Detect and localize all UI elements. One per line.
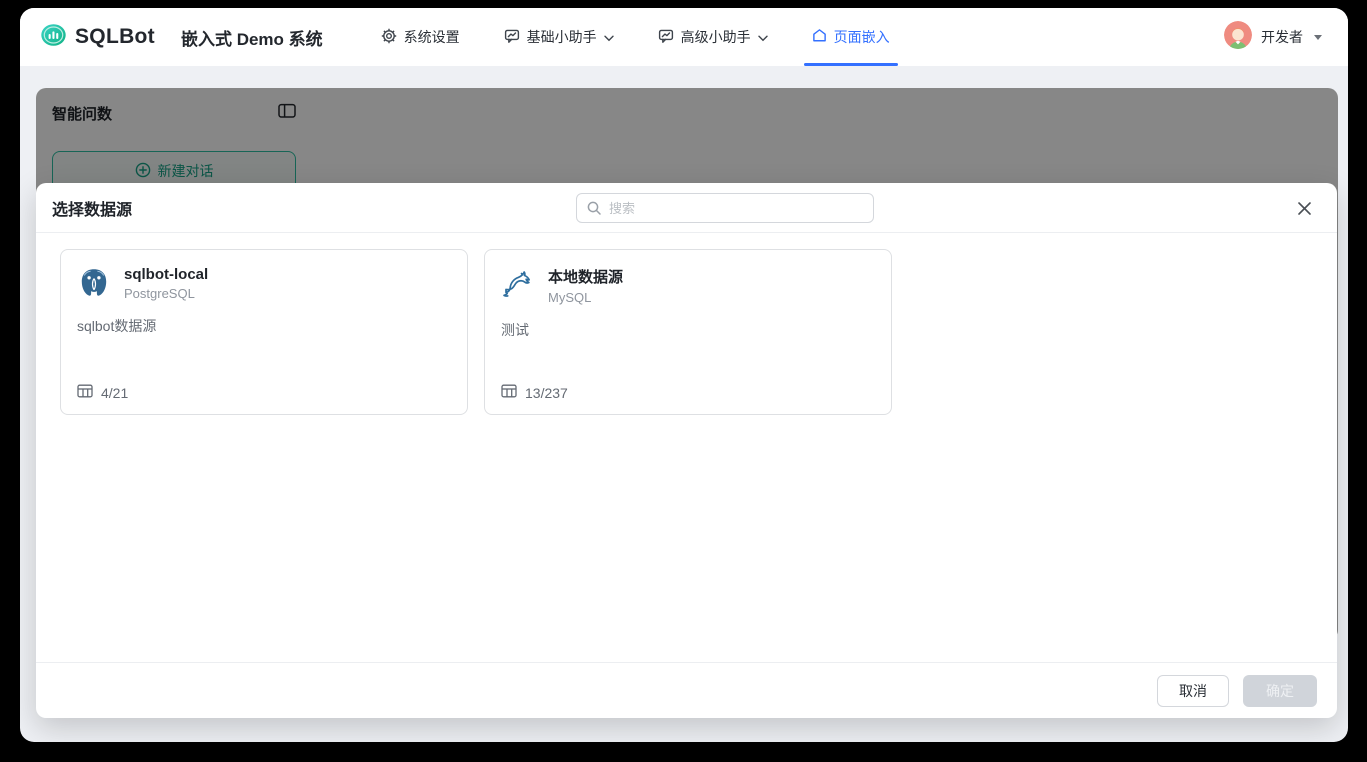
chevron-down-icon [604,29,614,45]
nav-item-system-settings[interactable]: 系统设置 [381,8,460,66]
datasource-modal: 选择数据源 [36,183,1337,718]
nav-label: 页面嵌入 [834,27,890,47]
table-grid-icon [77,384,93,401]
mysql-icon [501,266,535,300]
table-count-value: 13/237 [525,385,568,401]
datasource-type: MySQL [548,290,623,305]
datasource-table-count: 4/21 [77,384,128,401]
cancel-button[interactable]: 取消 [1157,675,1229,707]
main-nav: 系统设置 基础小助手 [381,8,890,66]
user-name: 开发者 [1261,27,1303,47]
confirm-button[interactable]: 确定 [1243,675,1317,707]
modal-title: 选择数据源 [52,196,132,220]
nav-label: 系统设置 [404,27,460,47]
nav-label: 高级小助手 [681,27,751,47]
brand-logo[interactable]: SQLBot [40,22,155,53]
close-icon[interactable] [1293,197,1315,219]
search-input[interactable] [576,193,874,223]
brand-name: SQLBot [75,25,155,49]
datasource-card-mysql[interactable]: 本地数据源 MySQL 测试 13/237 [484,249,892,415]
user-menu[interactable]: 开发者 [1224,21,1322,54]
top-navbar: SQLBot 嵌入式 Demo 系统 系统设置 [20,8,1348,66]
caret-down-icon [1314,35,1322,40]
nav-item-advanced-assistant[interactable]: 高级小助手 [658,8,768,66]
nav-item-basic-assistant[interactable]: 基础小助手 [504,8,614,66]
table-grid-icon [501,384,517,401]
nav-label: 基础小助手 [527,27,597,47]
datasource-name: sqlbot-local [124,266,208,283]
postgresql-icon [77,266,111,300]
sqlbot-logo-icon [40,22,67,53]
active-tab-indicator [804,63,898,66]
modal-header: 选择数据源 [36,183,1337,233]
nav-item-page-embed[interactable]: 页面嵌入 [812,8,890,66]
datasource-description: 测试 [501,320,875,340]
datasource-table-count: 13/237 [501,384,568,401]
table-count-value: 4/21 [101,385,128,401]
gear-icon [381,28,397,47]
page-embed-icon [812,28,827,46]
datasource-name: 本地数据源 [548,266,623,287]
assistant-board-icon [504,28,520,47]
assistant-board-icon [658,28,674,47]
datasource-description: sqlbot数据源 [77,316,451,336]
datasource-type: PostgreSQL [124,286,208,301]
datasource-list: sqlbot-local PostgreSQL sqlbot数据源 [36,233,1337,431]
chevron-down-icon [758,29,768,45]
avatar [1224,21,1252,54]
datasource-card-postgresql[interactable]: sqlbot-local PostgreSQL sqlbot数据源 [60,249,468,415]
modal-footer: 取消 确定 [36,662,1337,718]
search-icon [586,200,602,216]
search-box [576,193,874,223]
app-window: SQLBot 嵌入式 Demo 系统 系统设置 [20,8,1348,742]
app-title: 嵌入式 Demo 系统 [181,25,323,50]
